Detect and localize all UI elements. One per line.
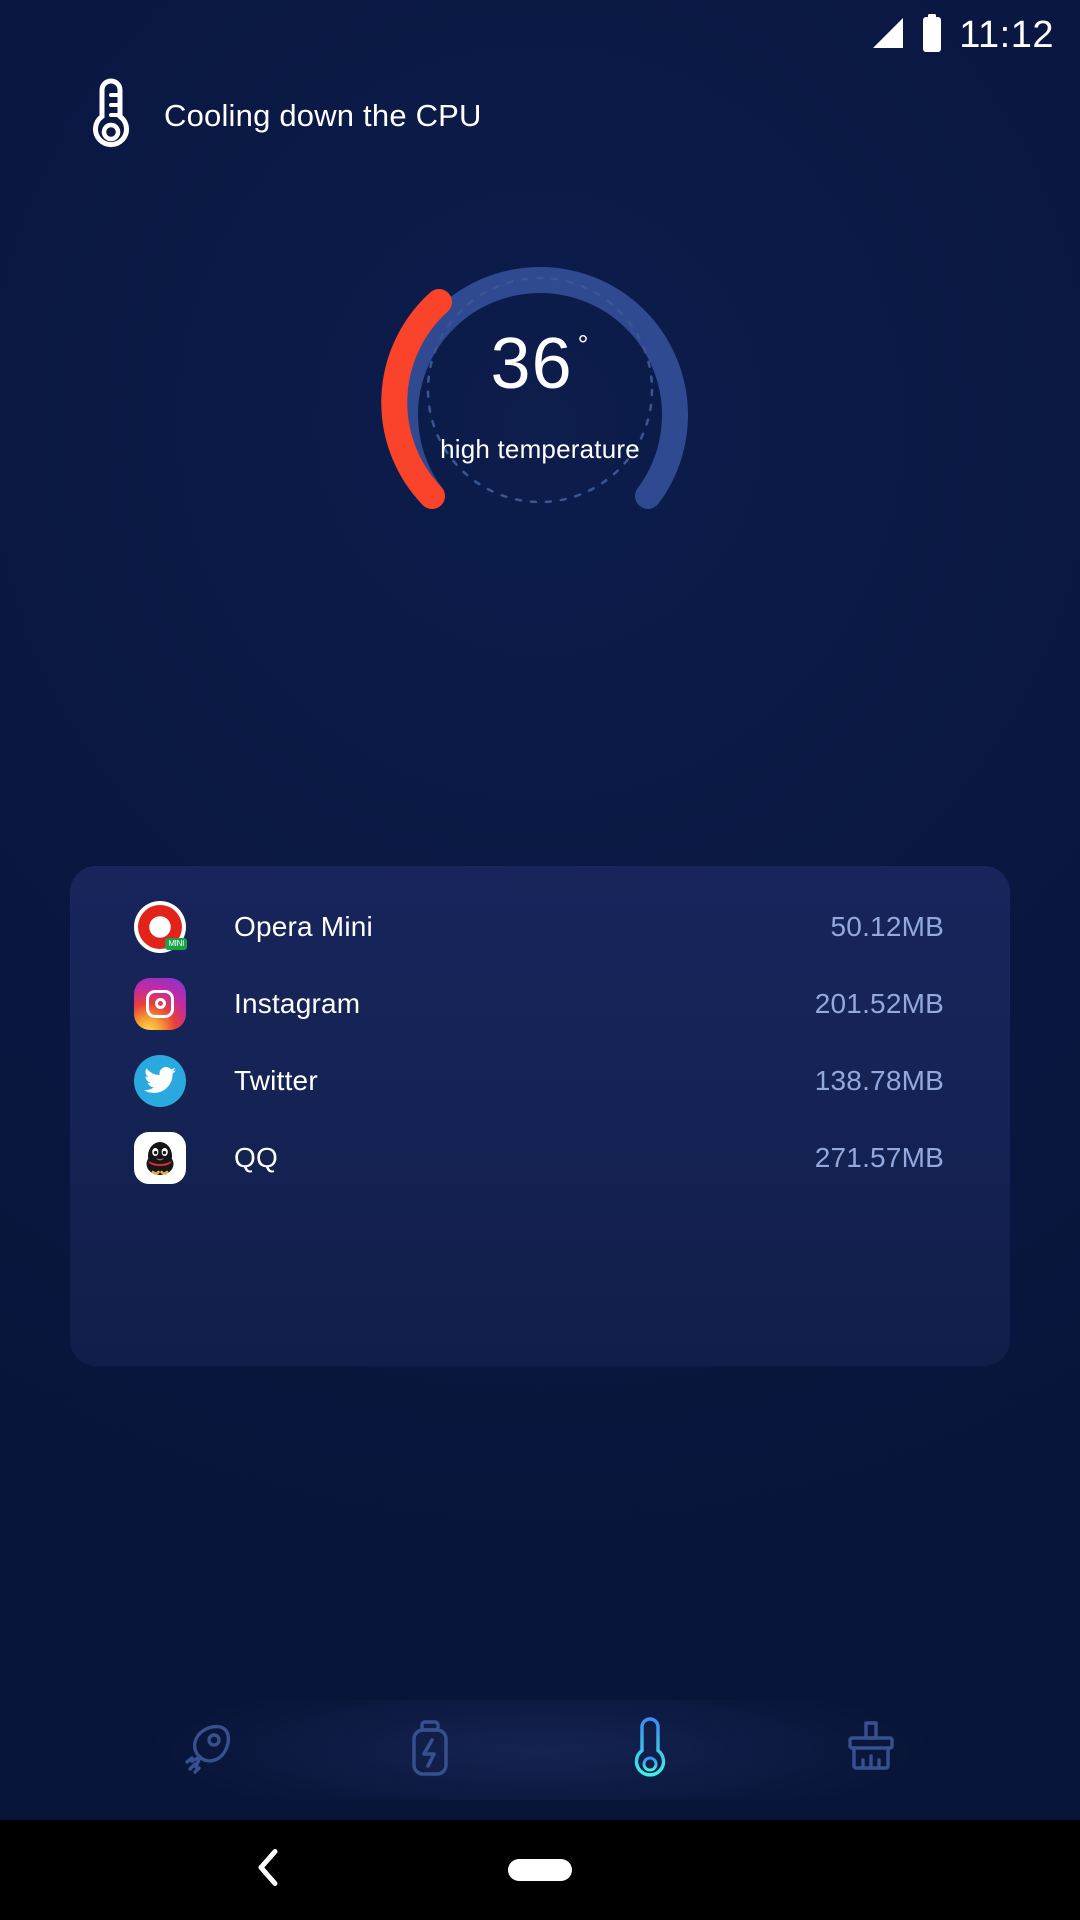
- app-name: Opera Mini: [234, 910, 373, 942]
- list-item[interactable]: Instagram 201.52MB: [70, 965, 1010, 1042]
- running-apps-list[interactable]: MINI Opera Mini 50.12MB Instagram 201.52…: [70, 888, 1010, 1188]
- gauge-status-label: high temperature: [440, 433, 640, 464]
- tab-junk-cleaner[interactable]: [826, 1705, 916, 1795]
- instagram-icon: [134, 977, 186, 1030]
- opera-mini-badge: MINI: [165, 937, 187, 950]
- app-size: 138.78MB: [814, 1064, 944, 1096]
- opera-mini-icon: MINI: [134, 900, 187, 953]
- tab-boost[interactable]: [164, 1705, 254, 1795]
- battery-full-icon: [921, 13, 943, 57]
- brush-icon: [841, 1717, 901, 1784]
- gauge-value-group: 36 °: [491, 328, 590, 400]
- tab-battery-saver[interactable]: [385, 1705, 475, 1795]
- tab-cpu-cooler[interactable]: [605, 1705, 695, 1795]
- temperature-gauge: 36 ° high temperature: [0, 232, 1080, 552]
- thermometer-icon: [627, 1714, 673, 1787]
- degree-symbol: °: [577, 329, 590, 360]
- bottom-tab-bar: [120, 1700, 960, 1800]
- app-size: 271.57MB: [814, 1141, 944, 1173]
- status-bar: 11:12: [0, 0, 1080, 70]
- app-size: 201.52MB: [814, 987, 944, 1019]
- rocket-icon: [178, 1717, 240, 1784]
- battery-bolt-icon: [403, 1717, 457, 1784]
- app-size: 50.12MB: [830, 910, 944, 942]
- list-item[interactable]: MINI Opera Mini 50.12MB: [70, 888, 1010, 965]
- system-navigation-bar: [0, 1820, 1080, 1920]
- thermometer-icon: [88, 75, 134, 156]
- app-name: Twitter: [234, 1064, 318, 1096]
- page-title: Cooling down the CPU: [164, 97, 482, 133]
- app-list-card: MINI Opera Mini 50.12MB Instagram 201.52…: [70, 866, 1010, 1366]
- app-name: Instagram: [234, 987, 361, 1019]
- list-item[interactable]: QQ 271.57MB: [70, 1119, 1010, 1188]
- twitter-icon: [134, 1054, 186, 1107]
- home-pill-icon[interactable]: [508, 1859, 572, 1881]
- cpu-cooler-screen: 11:12 Cooling down the CPU 36 ° high tem…: [0, 0, 1080, 1920]
- app-name: QQ: [234, 1141, 278, 1173]
- gauge-value: 36: [490, 323, 573, 404]
- signal-triangle-icon: [867, 16, 905, 55]
- page-header: Cooling down the CPU: [88, 75, 482, 156]
- status-bar-clock: 11:12: [959, 14, 1054, 56]
- back-chevron-icon[interactable]: [255, 1848, 281, 1893]
- list-item[interactable]: Twitter 138.78MB: [70, 1042, 1010, 1119]
- qq-icon: [134, 1131, 186, 1184]
